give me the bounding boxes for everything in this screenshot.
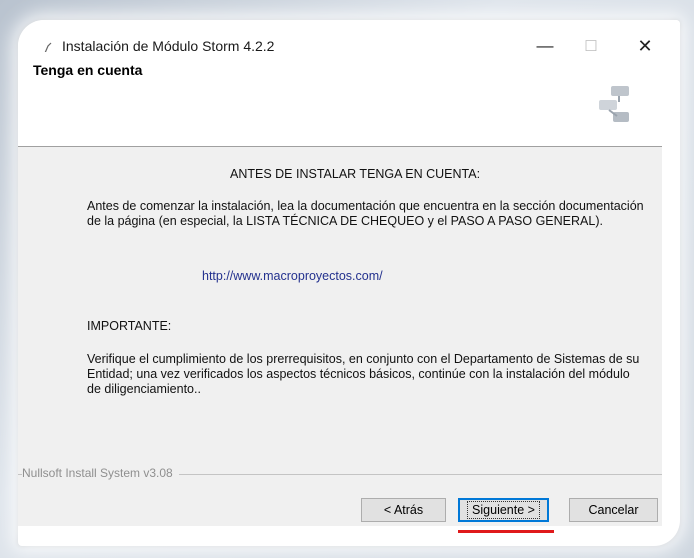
button-bar: Nullsoft Install System v3.08 < Atrás Si… (18, 446, 662, 526)
page-title: Tenga en cuenta (33, 62, 143, 78)
next-button[interactable]: Siguiente > (458, 498, 549, 522)
info-paragraph-prerequisites: Verifique el cumplimiento de los prerreq… (87, 352, 640, 396)
nsis-branding: Nullsoft Install System v3.08 (22, 466, 179, 480)
website-link[interactable]: http://www.macroproyectos.com/ (202, 269, 383, 284)
installer-logo-icon (599, 86, 629, 122)
back-button[interactable]: < Atrás (361, 498, 446, 522)
info-paragraph-documentation: Antes de comenzar la instalación, lea la… (87, 199, 644, 228)
back-button-label: < Atrás (383, 503, 424, 517)
info-panel: ANTES DE INSTALAR TENGA EN CUENTA: Antes… (18, 147, 662, 446)
cancel-button[interactable]: Cancelar (569, 498, 658, 522)
page-header: Tenga en cuenta (18, 52, 662, 146)
title-bar[interactable]: Instalación de Módulo Storm 4.2.2 — ☐ ✕ (18, 20, 680, 56)
next-button-highlight-underline (458, 530, 554, 533)
cancel-button-label: Cancelar (588, 503, 639, 517)
next-button-label: Siguiente > (467, 501, 540, 519)
info-heading: ANTES DE INSTALAR TENGA EN CUENTA: (230, 167, 481, 181)
important-label: IMPORTANTE: (87, 319, 172, 333)
